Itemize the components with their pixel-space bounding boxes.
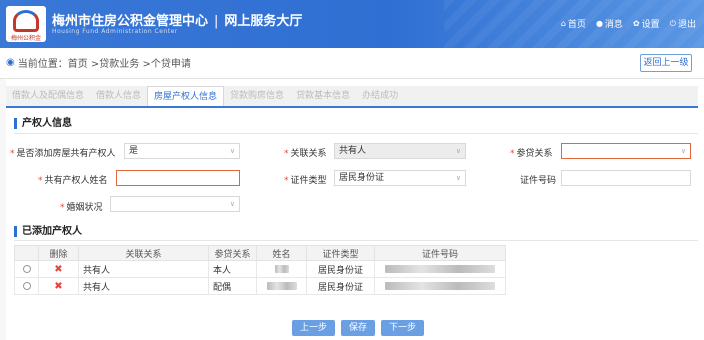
- id-type-label: * 证件类型: [284, 176, 327, 186]
- row-select-radio[interactable]: [22, 264, 31, 273]
- tab-loan-basic[interactable]: 贷款基本信息: [290, 86, 356, 106]
- cell-id-number-redacted: [374, 260, 506, 278]
- site-logo: 梅州公积金: [6, 6, 46, 42]
- col-select: [14, 245, 39, 261]
- next-step-button[interactable]: 下一步: [381, 320, 425, 336]
- logo-text: 梅州公积金: [10, 35, 41, 42]
- chevron-down-icon: ∨: [680, 147, 686, 155]
- row-select-radio[interactable]: [22, 281, 31, 290]
- col-id-number: 证件号码: [374, 245, 506, 261]
- save-button[interactable]: 保存: [341, 320, 376, 336]
- owner-name-input[interactable]: [116, 170, 240, 186]
- nav-logout[interactable]: ⏻ 退出: [669, 17, 696, 31]
- section-title-owner-info: 产权人信息: [14, 118, 72, 129]
- divider: [0, 78, 704, 79]
- chevron-down-icon: ∨: [229, 147, 235, 155]
- cell-relation: 共有人: [78, 260, 209, 278]
- cell-loan-relation: 本人: [208, 260, 257, 278]
- message-icon: ●: [595, 19, 603, 28]
- delete-icon[interactable]: ✖: [54, 264, 62, 275]
- delete-icon[interactable]: ✖: [54, 281, 62, 292]
- location-pin-icon: ◉: [6, 57, 15, 68]
- top-nav: ⌂ 首页 ● 消息 ✿ 设置 ⏻ 退出: [561, 17, 696, 31]
- marital-select[interactable]: ∨: [110, 196, 240, 212]
- add-owner-label: * 是否添加房屋共有产权人: [10, 149, 116, 159]
- step-tabs: 借款人及配偶信息 借款人信息 房屋产权人信息 贷款购房信息 贷款基本信息 办结成…: [6, 86, 698, 108]
- tab-property-owner[interactable]: 房屋产权人信息: [147, 86, 225, 106]
- breadcrumb-prefix: 当前位置：: [17, 59, 68, 70]
- cell-id-type: 居民身份证: [306, 277, 375, 295]
- site-title: 梅州市住房公积金管理中心 | 网上服务大厅: [52, 14, 303, 29]
- logo-emblem-icon: [13, 10, 39, 32]
- tab-purchase[interactable]: 贷款购房信息: [224, 86, 290, 106]
- action-buttons: 上一步 保存 下一步: [292, 320, 425, 336]
- table-row: ✖ 共有人 配偶 居民身份证: [14, 277, 506, 295]
- tab-borrower[interactable]: 借款人信息: [90, 86, 147, 106]
- owner-name-label: * 共有产权人姓名: [38, 176, 108, 186]
- section-divider: [14, 133, 698, 134]
- cell-relation: 共有人: [78, 277, 209, 295]
- loan-relation-select[interactable]: ∨: [561, 143, 691, 159]
- home-icon: ⌂: [560, 19, 566, 28]
- nav-home[interactable]: ⌂ 首页: [561, 17, 586, 30]
- add-owner-select[interactable]: 是 ∨: [124, 143, 240, 159]
- relation-select[interactable]: 共有人 ∨: [334, 143, 466, 159]
- nav-messages[interactable]: ● 消息: [596, 17, 623, 30]
- breadcrumb: ◉ 当前位置： 首页 >贷款业务 >个贷申请: [6, 55, 191, 70]
- tab-borrower-spouse[interactable]: 借款人及配偶信息: [6, 86, 90, 106]
- cell-loan-relation: 配偶: [208, 277, 257, 295]
- cell-name-redacted: [256, 260, 307, 278]
- chevron-down-icon: ∨: [455, 174, 461, 182]
- col-delete: 删除: [38, 245, 79, 261]
- relation-label: * 关联关系: [284, 149, 327, 159]
- cell-id-type: 居民身份证: [306, 260, 375, 278]
- back-button[interactable]: 返回上一级: [640, 54, 692, 72]
- prev-step-button[interactable]: 上一步: [292, 320, 336, 336]
- loan-relation-label: * 参贷关系: [510, 149, 553, 159]
- left-gutter: [0, 79, 6, 340]
- col-id-type: 证件类型: [306, 245, 375, 261]
- table-row: ✖ 共有人 本人 居民身份证: [14, 260, 506, 278]
- gear-icon: ✿: [632, 19, 640, 28]
- nav-settings[interactable]: ✿ 设置: [633, 17, 660, 30]
- col-relation: 关联关系: [78, 245, 209, 261]
- chevron-down-icon: ∨: [455, 147, 461, 155]
- id-number-label: 证件号码: [520, 176, 557, 186]
- table-header-row: 删除 关联关系 参贷关系 姓名 证件类型 证件号码: [14, 245, 506, 261]
- chevron-down-icon: ∨: [229, 200, 235, 208]
- section-title-added-owners: 已添加产权人: [14, 226, 82, 237]
- cell-id-number-redacted: [374, 277, 506, 295]
- id-number-input[interactable]: [561, 170, 691, 186]
- marital-label: * 婚姻状况: [60, 203, 103, 213]
- col-loan-relation: 参贷关系: [208, 245, 257, 261]
- breadcrumb-path[interactable]: 首页 >贷款业务 >个贷申请: [68, 55, 191, 70]
- id-type-select[interactable]: 居民身份证 ∨: [334, 170, 466, 186]
- tab-complete[interactable]: 办结成功: [356, 86, 404, 106]
- section-divider: [14, 240, 698, 241]
- added-owners-table: 删除 关联关系 参贷关系 姓名 证件类型 证件号码 ✖ 共有人 本人 居民身份证…: [14, 245, 506, 295]
- site-tagline: Housing Fund Administration Center: [52, 28, 178, 35]
- power-icon: ⏻: [669, 18, 676, 28]
- site-header: 梅州公积金 梅州市住房公积金管理中心 | 网上服务大厅 Housing Fund A…: [0, 0, 704, 48]
- col-name: 姓名: [256, 245, 307, 261]
- cell-name-redacted: [256, 277, 307, 295]
